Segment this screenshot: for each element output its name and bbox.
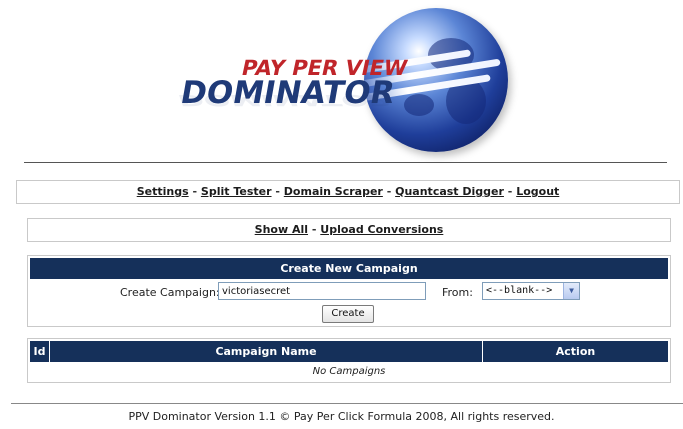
ppv-dominator-logo: PAY PER VIEW DOMINATOR DOMINATOR xyxy=(174,6,521,156)
nav-separator: - xyxy=(507,185,513,198)
from-select[interactable]: <--blank--> ▼ xyxy=(482,282,580,300)
nav-separator: - xyxy=(192,185,198,198)
nav-split-tester-link[interactable]: Split Tester xyxy=(201,185,272,198)
show-all-link[interactable]: Show All xyxy=(255,223,308,236)
column-id: Id xyxy=(30,341,50,362)
logo-reflection: DOMINATOR xyxy=(174,91,395,109)
footer-copyright: PPV Dominator Version 1.1 © Pay Per Clic… xyxy=(128,410,555,423)
no-campaigns-message: No Campaigns xyxy=(312,366,386,377)
campaign-name-input[interactable] xyxy=(218,282,426,300)
column-action: Action xyxy=(555,345,596,358)
nav-separator: - xyxy=(386,185,392,198)
upload-conversions-link[interactable]: Upload Conversions xyxy=(320,223,443,236)
footer-divider xyxy=(11,403,683,404)
chevron-down-icon[interactable]: ▼ xyxy=(563,283,579,299)
header-divider xyxy=(24,162,667,163)
nav-quantcast-digger-link[interactable]: Quantcast Digger xyxy=(395,185,504,198)
column-campaign-name: Campaign Name xyxy=(50,341,483,362)
campaign-subnav: Show All - Upload Conversions xyxy=(27,218,671,242)
campaign-table: Id Campaign Name Action No Campaigns xyxy=(27,338,671,383)
subnav-separator: - xyxy=(311,223,317,236)
from-selected-value: <--blank--> xyxy=(486,285,553,296)
campaign-table-header: Id Campaign Name Action xyxy=(30,341,668,362)
create-button[interactable]: Create xyxy=(322,305,374,323)
create-campaign-title: Create New Campaign xyxy=(30,258,668,279)
nav-logout-link[interactable]: Logout xyxy=(516,185,559,198)
main-nav: Settings - Split Tester - Domain Scraper… xyxy=(16,180,680,204)
nav-settings-link[interactable]: Settings xyxy=(137,185,189,198)
create-campaign-panel: Create New Campaign Create Campaign: Fro… xyxy=(27,255,671,327)
create-campaign-label: Create Campaign: xyxy=(120,286,220,299)
nav-separator: - xyxy=(275,185,280,198)
from-label: From: xyxy=(442,286,473,299)
nav-domain-scraper-link[interactable]: Domain Scraper xyxy=(284,185,383,198)
